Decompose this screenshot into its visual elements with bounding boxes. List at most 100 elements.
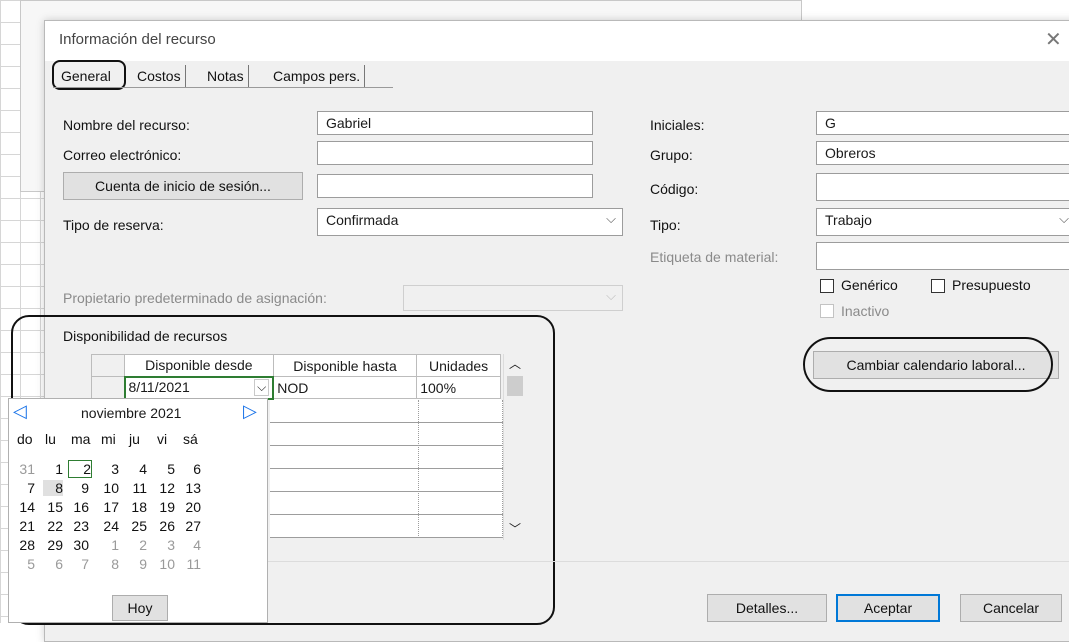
- weekday-label: do: [17, 431, 33, 447]
- calendar-day[interactable]: 1: [43, 461, 63, 477]
- calendar-day[interactable]: 21: [15, 518, 35, 534]
- calendar-day[interactable]: 1: [99, 537, 119, 553]
- row-header[interactable]: [91, 376, 125, 399]
- cuenta-input[interactable]: [317, 174, 593, 198]
- calendar-day[interactable]: 11: [181, 556, 201, 572]
- calendar-day[interactable]: 7: [69, 556, 89, 572]
- calendar-day[interactable]: 26: [155, 518, 175, 534]
- calendar-day[interactable]: 24: [99, 518, 119, 534]
- calendar-day[interactable]: 30: [69, 537, 89, 553]
- iniciales-label: Iniciales:: [650, 117, 705, 133]
- prev-month-icon[interactable]: ◁: [13, 401, 27, 422]
- presupuesto-checkbox[interactable]: [931, 279, 945, 293]
- calendar-day[interactable]: 3: [99, 461, 119, 477]
- aceptar-button[interactable]: Aceptar: [836, 594, 940, 622]
- reserva-label: Tipo de reserva:: [63, 217, 164, 233]
- propietario-label: Propietario predeterminado de asignación…: [63, 290, 327, 306]
- detalles-button[interactable]: Detalles...: [707, 594, 827, 622]
- tab-campos[interactable]: Campos pers.: [269, 65, 366, 87]
- tab-notas[interactable]: Notas: [203, 65, 249, 87]
- scrollbar-thumb[interactable]: [507, 376, 523, 396]
- close-icon[interactable]: ✕: [1045, 27, 1062, 52]
- calendar-day[interactable]: 17: [99, 499, 119, 515]
- calendar-day[interactable]: 8: [99, 556, 119, 572]
- correo-input[interactable]: [317, 141, 593, 165]
- calendar-day[interactable]: 20: [181, 499, 201, 515]
- calendar-day[interactable]: 10: [99, 480, 119, 496]
- calendar-day[interactable]: 5: [15, 556, 35, 572]
- cuenta-button[interactable]: Cuenta de inicio de sesión...: [63, 172, 303, 200]
- calendar-day[interactable]: 4: [181, 537, 201, 553]
- row-header-corner: [91, 354, 125, 377]
- calendar-day[interactable]: 11: [127, 480, 147, 496]
- calendar-day[interactable]: 2: [127, 537, 147, 553]
- calendario-highlight: [803, 337, 1053, 392]
- table-row: 8/11/2021 ⌵ NOD 100%: [91, 375, 501, 400]
- chevron-down-icon[interactable]: ﹀: [509, 520, 521, 537]
- cell-unidades[interactable]: 100%: [416, 376, 501, 399]
- calendar-day[interactable]: 7: [15, 480, 35, 496]
- calendar-day[interactable]: 19: [155, 499, 175, 515]
- nombre-input[interactable]: Gabriel: [317, 111, 593, 135]
- calendar-day[interactable]: 3: [155, 537, 175, 553]
- calendar-month-label[interactable]: noviembre 2021: [81, 405, 181, 421]
- grid-scrollbar[interactable]: ︿ ﹀: [503, 354, 526, 540]
- generico-checkbox[interactable]: [820, 279, 834, 293]
- calendar-day[interactable]: 13: [181, 480, 201, 496]
- cancelar-label: Cancelar: [982, 600, 1040, 616]
- tab-costos[interactable]: Costos: [133, 65, 186, 87]
- col-desde-label: Disponible desde: [145, 357, 253, 374]
- weekday-label: vi: [157, 431, 168, 447]
- cell-desde[interactable]: 8/11/2021 ⌵: [123, 375, 275, 400]
- cell-hasta[interactable]: NOD: [272, 376, 418, 399]
- calendar-day[interactable]: 12: [155, 480, 175, 496]
- reserva-select[interactable]: Confirmada ⌵: [317, 208, 623, 236]
- grupo-input[interactable]: Obreros: [816, 141, 1069, 165]
- calendar-day[interactable]: 27: [181, 518, 201, 534]
- calendar-day[interactable]: 18: [127, 499, 147, 515]
- chevron-down-icon[interactable]: ⌵: [254, 379, 270, 396]
- date-picker-popup: ◁ noviembre 2021 ▷ do lu ma mi ju vi sá 31 1 2 3 4 5…: [8, 398, 268, 623]
- calendar-day[interactable]: 4: [127, 461, 147, 477]
- tipo-select[interactable]: Trabajo ⌵: [816, 208, 1069, 236]
- next-month-icon[interactable]: ▷: [243, 401, 257, 422]
- calendar-day[interactable]: 25: [127, 518, 147, 534]
- generico-label: Genérico: [841, 277, 898, 293]
- calendar-day[interactable]: 31: [15, 461, 35, 477]
- calendar-day[interactable]: 15: [43, 499, 63, 515]
- calendar-day[interactable]: 9: [127, 556, 147, 572]
- aceptar-label: Aceptar: [863, 600, 913, 616]
- propietario-select: ⌵: [403, 285, 623, 311]
- calendar-day[interactable]: 10: [155, 556, 175, 572]
- calendar-day[interactable]: 8: [43, 480, 63, 496]
- cell-unidades-value: 100%: [420, 379, 457, 396]
- chevron-down-icon: ⌵: [1059, 211, 1069, 226]
- calendar-day[interactable]: 23: [69, 518, 89, 534]
- codigo-input[interactable]: [816, 173, 1069, 201]
- inactivo-checkbox: [820, 304, 834, 318]
- chevron-up-icon[interactable]: ︿: [509, 355, 521, 372]
- calendar-day[interactable]: 22: [43, 518, 63, 534]
- tipo-label: Tipo:: [650, 217, 681, 233]
- col-header-unidades[interactable]: Unidades: [416, 354, 501, 377]
- calendar-day[interactable]: 16: [69, 499, 89, 515]
- calendar-day[interactable]: 14: [15, 499, 35, 515]
- calendar-day[interactable]: 9: [69, 480, 89, 496]
- calendar-day[interactable]: 28: [15, 537, 35, 553]
- calendar-day[interactable]: 2: [68, 460, 92, 478]
- calendar-day[interactable]: 6: [181, 461, 201, 477]
- etiqueta-input[interactable]: [816, 242, 1069, 270]
- iniciales-input[interactable]: G: [816, 111, 1069, 135]
- today-button[interactable]: Hoy: [112, 595, 168, 621]
- calendar-day[interactable]: 6: [43, 556, 63, 572]
- col-header-hasta[interactable]: Disponible hasta: [272, 354, 418, 377]
- presupuesto-label: Presupuesto: [952, 277, 1031, 293]
- codigo-label: Código:: [650, 181, 699, 197]
- cancelar-button[interactable]: Cancelar: [960, 594, 1062, 622]
- calendar-day[interactable]: 29: [43, 537, 63, 553]
- dialog-title: Información del recurso: [59, 31, 216, 48]
- calendar-day[interactable]: 5: [155, 461, 175, 477]
- col-header-desde[interactable]: Disponible desde: [124, 354, 274, 377]
- etiqueta-label: Etiqueta de material:: [650, 249, 779, 265]
- correo-label: Correo electrónico:: [63, 147, 182, 163]
